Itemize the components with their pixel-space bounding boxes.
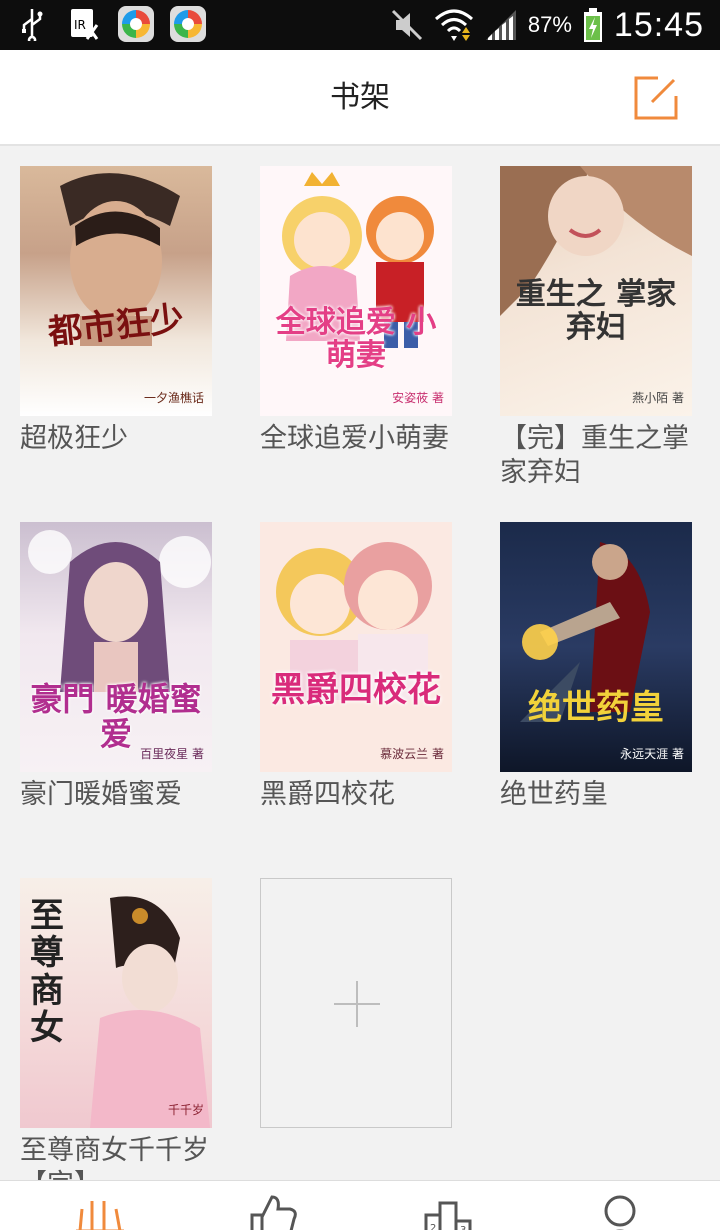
book-cover[interactable]: 全球追爱 小萌妻 安姿莜 著 — [260, 166, 452, 416]
nav-profile[interactable] — [590, 1189, 650, 1230]
book-title: 全球追爱小萌妻 — [260, 423, 449, 454]
cover-art — [282, 172, 434, 348]
cover-author: 一夕渔樵话 — [143, 391, 204, 405]
cover-title: 全球追爱 小萌妻 — [275, 305, 437, 373]
mute-icon — [391, 9, 422, 41]
cover-title: 黑爵四校花 — [271, 670, 441, 710]
app-icon — [118, 6, 154, 42]
app-icon — [170, 6, 206, 42]
svg-text:3: 3 — [460, 1225, 466, 1230]
clock: 15:45 — [613, 5, 704, 44]
add-book-button[interactable] — [260, 878, 452, 1128]
cover-author: 慕波云兰 著 — [380, 747, 444, 761]
cover-art — [60, 173, 180, 346]
book-cover[interactable]: 黑爵四校花 慕波云兰 著 — [260, 522, 452, 772]
cover-title: 豪門 暖婚蜜爱 — [30, 680, 202, 754]
cover-title: 绝世药皇 — [528, 688, 664, 728]
cover-title: 重生之 掌家弃妇 — [515, 277, 677, 345]
cover-author: 永远天涯 著 — [620, 747, 684, 761]
signal-icon — [485, 10, 516, 40]
cover-author: 燕小陌 著 — [632, 391, 684, 405]
cover-author: 千千岁 — [167, 1103, 204, 1117]
book-cover[interactable]: 重生之 掌家弃妇 燕小陌 著 — [500, 166, 692, 416]
status-system: 87% 15:45 — [390, 0, 704, 50]
thumbs-up-icon — [250, 1195, 297, 1230]
cover-art — [520, 542, 650, 722]
book-title: 至尊商女千千岁【完】 — [20, 1135, 209, 1180]
svg-text:2: 2 — [430, 1223, 436, 1230]
cover-author: 安姿莜 著 — [392, 391, 444, 405]
usb-icon — [14, 6, 50, 42]
nav-recommend[interactable] — [244, 1189, 304, 1230]
bottom-nav: 2 3 — [0, 1180, 720, 1230]
edit-button[interactable] — [630, 72, 682, 124]
status-notifications: IR — [14, 6, 206, 42]
book-cover[interactable]: 豪門 暖婚蜜爱 百里夜星 著 — [20, 522, 212, 772]
book-title: 【完】重生之掌家弃妇 — [500, 423, 689, 488]
user-icon — [604, 1195, 636, 1230]
book-cover[interactable]: 至尊 商女 千千岁 — [20, 878, 212, 1128]
page-title: 书架 — [330, 80, 390, 115]
ranking-icon: 2 3 — [424, 1201, 472, 1230]
app-header: 书架 — [0, 50, 720, 146]
plus-icon — [334, 981, 380, 1027]
book-title: 豪门暖婚蜜爱 — [20, 779, 182, 810]
edit-icon — [634, 76, 678, 120]
nav-ranking[interactable]: 2 3 — [418, 1189, 478, 1230]
book-title: 黑爵四校花 — [260, 779, 395, 810]
bookshelf-icon — [76, 1201, 124, 1230]
nav-bookshelf[interactable] — [70, 1189, 130, 1230]
cover-author: 百里夜星 著 — [140, 747, 204, 761]
book-title: 绝世药皇 — [500, 779, 608, 810]
status-bar: IR 87% 15:45 — [0, 0, 720, 50]
book-title: 超极狂少 — [20, 423, 128, 454]
sim-icon: IR — [66, 6, 102, 42]
battery-percent: 87% — [527, 12, 572, 37]
cover-art — [276, 542, 432, 700]
svg-text:IR: IR — [74, 18, 86, 32]
battery-icon — [583, 8, 602, 42]
book-cover[interactable]: 都市狂少 一夕渔樵话 — [20, 166, 212, 416]
bookshelf-grid: 都市狂少 一夕渔樵话 超极狂少 全球追爱 小萌妻 安姿莜 著 全球追爱小萌妻 重… — [0, 146, 720, 1180]
wifi-icon — [434, 9, 473, 41]
book-cover[interactable]: 绝世药皇 永远天涯 著 — [500, 522, 692, 772]
cover-title: 至尊 商女 — [30, 896, 64, 1049]
